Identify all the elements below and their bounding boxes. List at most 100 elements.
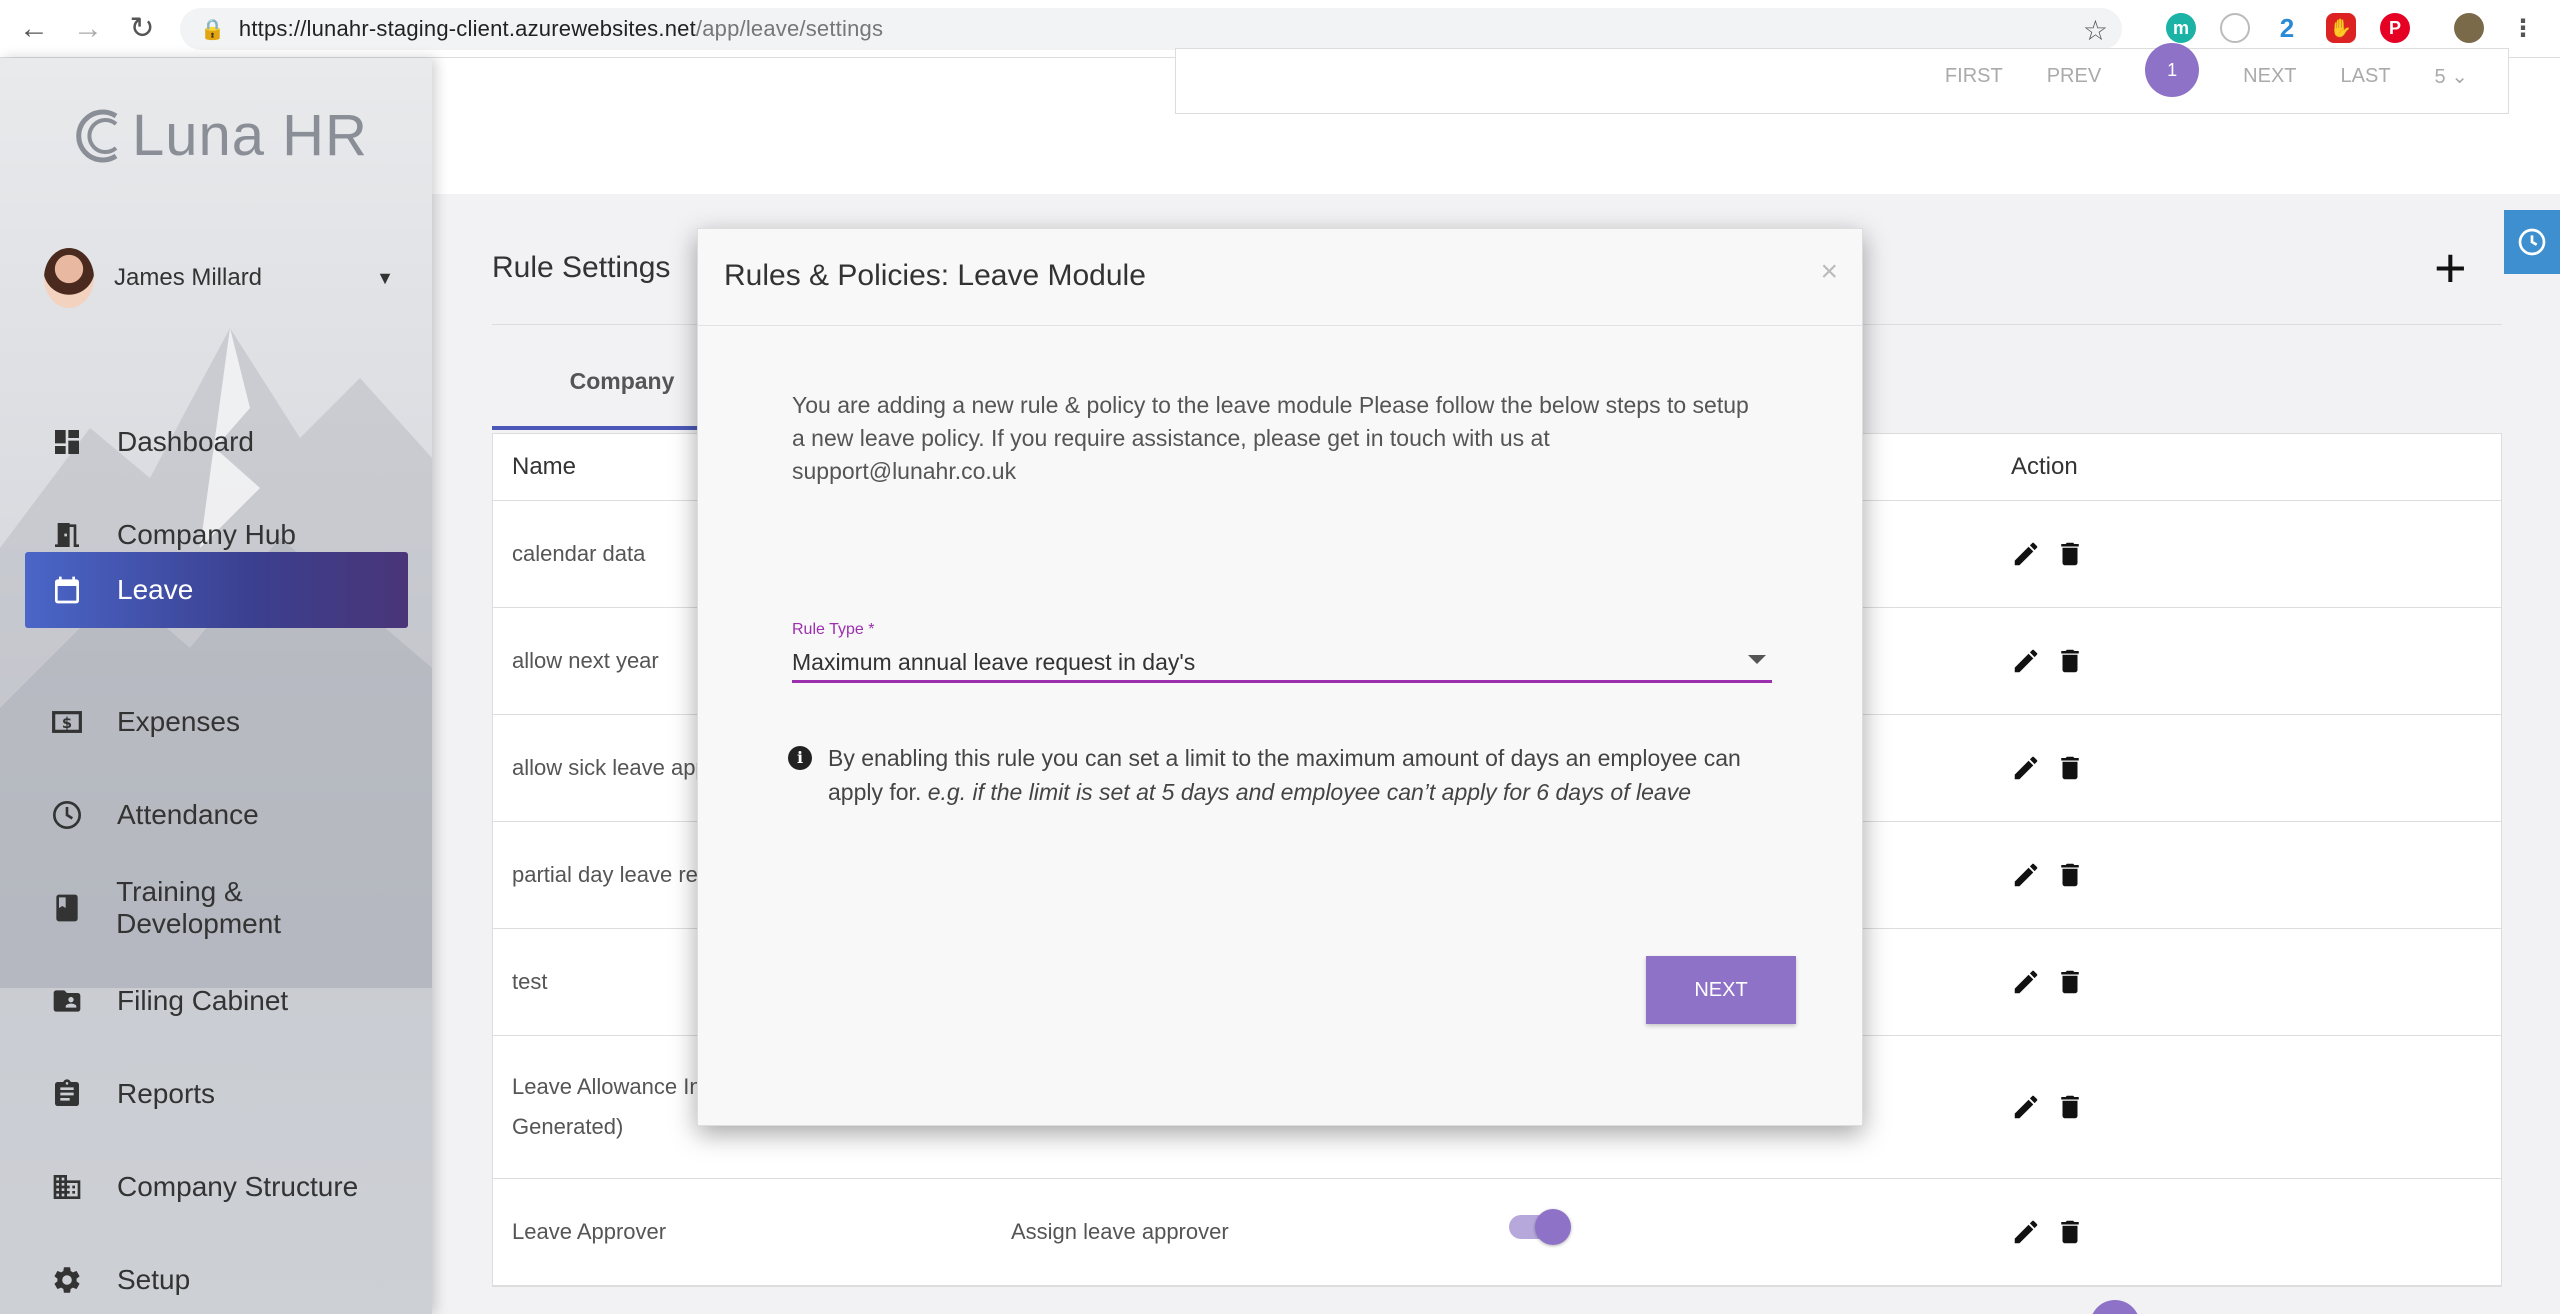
book-icon	[49, 890, 84, 926]
caret-down-icon: ▼	[376, 267, 394, 288]
pagination-card: FIRST PREV 1 NEXT LAST 5 ⌄	[1175, 43, 2509, 114]
column-header-action: Action	[2011, 453, 2078, 480]
rules-policies-modal: Rules & Policies: Leave Module × You are…	[697, 228, 1863, 1126]
pager-last[interactable]: LAST	[2341, 65, 2391, 88]
lock-icon: 🔒	[200, 18, 225, 41]
url-text: https://lunahr-staging-client.azurewebsi…	[239, 16, 883, 42]
sidebar-item-label: Company Hub	[117, 519, 296, 550]
modal-intro-text: You are adding a new rule & policy to th…	[792, 392, 1749, 484]
sidebar-item-label: Expenses	[117, 706, 240, 737]
back-icon[interactable]: ←	[14, 9, 54, 49]
url-path: /app/leave/settings	[695, 16, 884, 41]
row-actions	[2011, 1179, 2085, 1285]
delete-icon[interactable]	[2055, 967, 2085, 997]
sidebar-item-label: Filing Cabinet	[117, 985, 289, 1016]
edit-icon[interactable]	[2011, 646, 2041, 676]
sidebar-item-label: Training & Development	[116, 876, 282, 939]
clock-icon	[49, 797, 85, 833]
profile-avatar-icon[interactable]	[2454, 13, 2484, 43]
clipboard-icon	[49, 1076, 85, 1112]
calendar-icon	[49, 572, 85, 608]
gear-icon	[49, 1262, 85, 1298]
extension-2-icon[interactable]: 2	[2272, 13, 2302, 43]
toggle-knob	[1535, 1209, 1571, 1245]
pager-first[interactable]: FIRST	[1945, 65, 2003, 88]
pagination: FIRST PREV 1 NEXT LAST 5 ⌄	[1945, 43, 2468, 97]
extension-shield-icon[interactable]	[2220, 13, 2250, 43]
sidebar-item-dashboard[interactable]: Dashboard	[25, 404, 408, 480]
modal-header: Rules & Policies: Leave Module ×	[698, 229, 1862, 326]
sidebar-item-attendance[interactable]: Attendance	[25, 777, 408, 853]
next-button[interactable]: NEXT	[1646, 956, 1796, 1024]
extension-pinterest-icon[interactable]: P	[2380, 13, 2410, 43]
delete-icon[interactable]	[2055, 539, 2085, 569]
row-description: Assign leave approver	[1011, 1219, 1229, 1244]
rule-info-example: e.g. if the limit is set at 5 days and e…	[927, 779, 1691, 805]
sidebar-item-label: Attendance	[117, 799, 259, 830]
delete-icon[interactable]	[2055, 1217, 2085, 1247]
bookmark-star-icon[interactable]: ☆	[2083, 14, 2108, 47]
sidebar-item-label: Dashboard	[117, 426, 254, 457]
rule-type-select[interactable]: Maximum annual leave request in day's	[792, 645, 1772, 683]
delete-icon[interactable]	[2055, 753, 2085, 783]
extension-adblock-icon[interactable]: ✋	[2326, 13, 2356, 43]
user-name: James Millard	[114, 264, 263, 291]
sidebar-item-setup[interactable]: Setup	[25, 1242, 408, 1314]
delete-icon[interactable]	[2055, 1092, 2085, 1122]
edit-icon[interactable]	[2011, 539, 2041, 569]
row-actions	[2011, 929, 2085, 1035]
close-icon[interactable]: ×	[1820, 255, 1838, 289]
folder-icon	[49, 983, 85, 1019]
row-actions	[2011, 822, 2085, 928]
forward-icon[interactable]: →	[68, 9, 108, 49]
sidebar-item-training[interactable]: Training & Development	[25, 870, 408, 946]
time-tracker-widget[interactable]	[2504, 210, 2560, 274]
rule-info-text: By enabling this rule you can set a limi…	[828, 741, 1778, 809]
add-rule-button[interactable]: +	[2434, 240, 2467, 296]
pager-next[interactable]: NEXT	[2243, 65, 2296, 88]
edit-icon[interactable]	[2011, 753, 2041, 783]
per-page-select[interactable]: 5 ⌄	[2435, 64, 2468, 89]
sidebar-item-filing-cabinet[interactable]: Filing Cabinet	[25, 963, 408, 1039]
column-header-name: Name	[512, 453, 577, 480]
rule-toggle[interactable]	[1509, 1209, 1571, 1245]
edit-icon[interactable]	[2011, 1217, 2041, 1247]
delete-icon[interactable]	[2055, 646, 2085, 676]
dropdown-arrow-icon	[1748, 655, 1766, 664]
pager-prev[interactable]: PREV	[2047, 65, 2101, 88]
delete-icon[interactable]	[2055, 860, 2085, 890]
address-bar[interactable]: 🔒 https://lunahr-staging-client.azureweb…	[180, 8, 2122, 50]
row-actions	[2011, 1036, 2085, 1178]
sidebar-item-label: Reports	[117, 1078, 216, 1109]
svg-text:$: $	[62, 715, 72, 732]
edit-icon[interactable]	[2011, 860, 2041, 890]
modal-title: Rules & Policies: Leave Module	[724, 259, 1146, 292]
sidebar-item-leave[interactable]: Leave	[25, 552, 408, 628]
sidebar: Luna HR James Millard ▼ Dashboard Compan…	[0, 58, 432, 1314]
per-page-value: 5	[2434, 65, 2446, 88]
avatar	[44, 248, 94, 308]
user-menu[interactable]: James Millard ▼	[44, 248, 394, 308]
clock-icon	[2518, 228, 2546, 256]
rule-info: i By enabling this rule you can set a li…	[788, 741, 1778, 809]
sidebar-item-expenses[interactable]: $ Expenses	[25, 684, 408, 760]
sidebar-item-label: Setup	[117, 1264, 191, 1295]
row-actions	[2011, 608, 2085, 714]
edit-icon[interactable]	[2011, 1092, 2041, 1122]
page-title: Rule Settings	[492, 251, 671, 284]
dashboard-icon	[49, 424, 85, 460]
money-icon: $	[49, 704, 85, 740]
sidebar-item-reports[interactable]: Reports	[25, 1056, 408, 1132]
table-row: Leave Approver Assign leave approver	[493, 1179, 2501, 1286]
building-icon	[49, 1169, 85, 1205]
browser-menu-icon[interactable]: ⋮	[2508, 13, 2538, 43]
reload-icon[interactable]: ↻	[122, 9, 162, 49]
extension-m-icon[interactable]: m	[2166, 13, 2196, 43]
sidebar-item-label: Company Structure	[117, 1171, 359, 1202]
rule-type-label: Rule Type *	[792, 621, 875, 638]
pager-current-page[interactable]: 1	[2145, 43, 2200, 97]
row-actions	[2011, 501, 2085, 607]
edit-icon[interactable]	[2011, 967, 2041, 997]
luna-hr-logo[interactable]: Luna HR	[72, 102, 368, 169]
sidebar-item-company-structure[interactable]: Company Structure	[25, 1149, 408, 1225]
